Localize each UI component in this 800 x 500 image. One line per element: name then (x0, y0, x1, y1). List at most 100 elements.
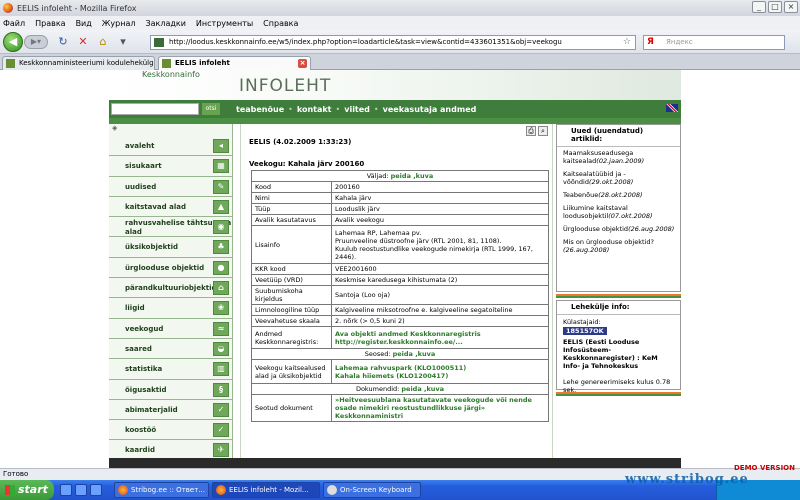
site-search-input[interactable] (111, 103, 199, 115)
bookmark-icon[interactable]: ▾ (116, 35, 130, 49)
menu-edit[interactable]: Правка (35, 19, 65, 28)
quicklaunch-icon[interactable] (90, 484, 102, 496)
news-item[interactable]: Teabenõue(28.okt.2008) (563, 191, 676, 199)
sidebar-item-uudised[interactable]: uudised ✎ (109, 177, 232, 197)
protected-area-link[interactable]: Kahala hiiemets (KLO1200417) (335, 372, 545, 380)
task-eelis[interactable]: EELIS infoleht - Mozil... (212, 482, 320, 498)
news-item[interactable]: Mis on ürglooduse objektid?(26.aug.2008) (563, 238, 676, 254)
nav-veekasutaja-andmed[interactable]: veekasutaja andmed (383, 105, 477, 114)
minimize-button[interactable]: _ (752, 1, 766, 13)
sidebar-item-veekogud[interactable]: veekogud ≈ (109, 319, 232, 339)
orange-green-divider (556, 392, 681, 396)
tab-keskkonnaministeerium[interactable]: Keskkonnaministeeriumi kodulehekülg (2, 56, 155, 70)
news-item[interactable]: Kaitsealatüübid ja -võõndid(29.okt.2008) (563, 170, 676, 186)
english-flag-icon[interactable] (666, 104, 678, 112)
sidebar-item-rahvusvahelised-alad[interactable]: rahvusvahelise tähtsusega alad ◉ (109, 217, 232, 238)
sidebar-item-koostoo[interactable]: koostöö ✓ (109, 420, 232, 441)
table-row: Veevahetuse skaala 2. nõrk (> 0,5 kuni 2) (251, 315, 549, 327)
menu-tools[interactable]: Инструменты (196, 19, 253, 28)
news-title: Uued (uuendatud) artiklid: (557, 125, 680, 147)
maximize-button[interactable]: □ (768, 1, 782, 13)
table-header-row: Seosed: peida ,kuva (251, 348, 549, 360)
address-url: http://loodus.keskkonnainfo.ee/w5/index.… (169, 38, 562, 46)
site-header: Keskkonnainfo INFOLEHT (109, 70, 681, 100)
news-item[interactable]: Maamaksuseadusega kaitsealad(02.jaan.200… (563, 149, 676, 165)
docs-label: Dokumendid: (355, 385, 402, 393)
zoom-icon[interactable]: ⌕ (538, 126, 548, 136)
sidebar-item-liigid[interactable]: liigid ❀ (109, 298, 232, 319)
document-link[interactable]: »Heitveesuublana kasutatavate veekogude … (331, 394, 549, 422)
menu-history[interactable]: Журнал (102, 19, 136, 28)
menu-view[interactable]: Вид (76, 19, 92, 28)
sidebar-item-urglooduse-objektid[interactable]: ürglooduse objektid ● (109, 258, 232, 279)
field-key: Veekogu kaitsealused alad ja üksikobjekt… (251, 359, 332, 384)
docs-header: Dokumendid: peida ,kuva (251, 383, 549, 395)
table-row: Suubumiskoha kirjeldus Santoja (Loo oja) (251, 285, 549, 305)
sidebar-item-avaleht[interactable]: avaleht ◂ (109, 136, 232, 157)
sidebar-item-sisukaart[interactable]: sisukaart ▦ (109, 156, 232, 177)
page-title: EELIS (4.02.2009 1:33:23) (249, 138, 352, 146)
tab-close-icon[interactable]: × (298, 59, 307, 68)
check-icon: ✓ (213, 402, 229, 417)
news-date: (26.aug.2008) (563, 246, 610, 254)
nav-teabenoue[interactable]: teabenõue (236, 105, 284, 114)
address-bar[interactable]: http://loodus.keskkonnainfo.ee/w5/index.… (150, 35, 636, 50)
news-item[interactable]: Liikumine kaitstaval loodusobjektil(07.o… (563, 204, 676, 220)
sidebar-item-saared[interactable]: saared ◒ (109, 339, 232, 360)
news-item[interactable]: Ürglooduse objektid(26.aug.2008) (563, 225, 676, 233)
docs-toggle-link[interactable]: peida ,kuva (401, 385, 444, 393)
home-icon[interactable]: ⌂ (96, 35, 110, 49)
seosed-label: Seosed: (364, 350, 393, 358)
sidebar-item-abimaterjalid[interactable]: abimaterjalid ✓ (109, 400, 232, 421)
water-icon: ≈ (213, 321, 229, 336)
menu-help[interactable]: Справка (263, 19, 298, 28)
field-key: KKR kood (251, 263, 332, 275)
news-text: Teabenõue (563, 191, 599, 199)
site-search-button[interactable]: otsi (202, 103, 220, 115)
quicklaunch-icon[interactable] (60, 484, 72, 496)
fields-toggle-link[interactable]: peida ,kuva (391, 172, 434, 180)
field-value: 200160 (331, 181, 549, 193)
menu-file[interactable]: Файл (3, 19, 25, 28)
forward-button[interactable]: ▶▾ (24, 35, 48, 49)
watermark: www.stribog.ee (625, 472, 749, 487)
reload-icon[interactable]: ↻ (56, 35, 70, 49)
search-input[interactable]: Я Яндекс (643, 35, 785, 50)
sidebar-item-label: kaardid (125, 446, 155, 455)
island-icon: ◒ (213, 341, 229, 356)
nav-kontakt[interactable]: kontakt (297, 105, 332, 114)
site-logo-infoleht: INFOLEHT (239, 76, 332, 96)
sidebar-item-uksikobjektid[interactable]: üksikobjektid ♣ (109, 237, 232, 258)
stop-icon[interactable]: ✕ (76, 35, 90, 49)
sidebar-item-statistika[interactable]: statistika ▥ (109, 359, 232, 380)
sidebar-collapse-icon[interactable]: ◈ (109, 124, 232, 136)
task-label: EELIS infoleht - Mozil... (229, 486, 309, 494)
start-button[interactable]: start (0, 480, 54, 500)
protected-area-link[interactable]: Lahemaa rahvuspark (KLO1000511) (335, 364, 545, 372)
fields-header-label: Väljad: (366, 172, 391, 180)
news-date: (02.jaan.2009) (596, 157, 645, 165)
register-link[interactable]: Ava objekti andmed Keskkonnaregistris ht… (331, 326, 549, 349)
field-key: Suubumiskoha kirjeldus (251, 285, 332, 305)
field-key: Limnoloogiline tüüp (251, 304, 332, 316)
sidebar-item-label: statistika (125, 365, 163, 374)
field-key: Nimi (251, 192, 332, 204)
sidebar-item-oigusaktid[interactable]: õigusaktid § (109, 380, 232, 400)
seosed-toggle-link[interactable]: peida ,kuva (393, 350, 436, 358)
task-onscreen-keyboard[interactable]: On-Screen Keyboard (323, 482, 421, 498)
sidebar-item-parandkultuur[interactable]: pärandkultuuriobjektid ⌂ (109, 278, 232, 299)
close-button[interactable]: × (784, 1, 798, 13)
print-icon[interactable]: ⎙ (526, 126, 536, 136)
sidebar-item-kaitstavad-alad[interactable]: kaitstavad alad ▲ (109, 197, 232, 218)
task-stribog[interactable]: Stribog.ee :: Ответ... (114, 482, 209, 498)
menu-bookmarks[interactable]: Закладки (145, 19, 185, 28)
sidebar-item-label: pärandkultuuriobjektid (125, 284, 217, 293)
quicklaunch-icon[interactable] (75, 484, 87, 496)
tab-favicon-icon (6, 59, 15, 68)
nav-viited[interactable]: viited (344, 105, 370, 114)
back-button[interactable]: ◀ (3, 32, 23, 52)
page-info-box: Lehekülje info: Külastajaid: 185157OK EE… (556, 300, 681, 394)
star-icon[interactable]: ☆ (623, 36, 631, 49)
tab-eelis-infoleht[interactable]: EELIS infoleht × (158, 56, 311, 70)
area-icon: ▲ (213, 199, 229, 214)
